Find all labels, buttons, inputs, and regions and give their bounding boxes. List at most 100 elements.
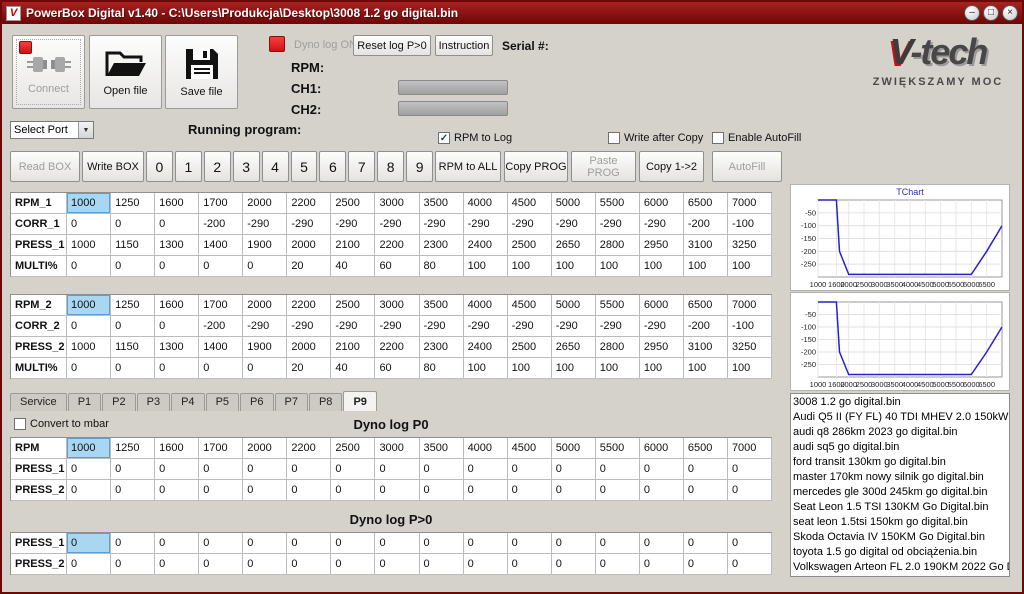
table-cell[interactable]: 6000	[640, 438, 684, 459]
table-cell[interactable]: 0	[67, 554, 111, 575]
table-cell[interactable]: 0	[728, 533, 772, 554]
close-button[interactable]: ×	[1002, 5, 1018, 21]
table-cell[interactable]: 5500	[596, 438, 640, 459]
table-cell[interactable]: 0	[420, 533, 464, 554]
table-cell[interactable]: 3500	[420, 438, 464, 459]
write-box-button[interactable]: Write BOX	[82, 151, 144, 182]
table-cell[interactable]: 0	[684, 480, 728, 501]
table-cell[interactable]: 1600	[155, 295, 199, 316]
table-cell[interactable]: 0	[508, 480, 552, 501]
digit-button-0[interactable]: 0	[146, 151, 173, 182]
table-cell[interactable]: 5000	[552, 295, 596, 316]
table-cell[interactable]: 0	[243, 256, 287, 277]
table-cell[interactable]: 6500	[684, 193, 728, 214]
table-cell[interactable]: 0	[287, 480, 331, 501]
table-cell[interactable]: 6000	[640, 295, 684, 316]
file-list-item[interactable]: seat leon 1.5tsi 150km go digital.bin	[793, 515, 1007, 530]
table-cell[interactable]: 0	[199, 480, 243, 501]
table-cell[interactable]: 0	[552, 459, 596, 480]
reset-log-button[interactable]: Reset log P>0	[353, 35, 431, 56]
select-port-dropdown[interactable]: Select Port ▼	[10, 121, 94, 139]
table-cell[interactable]: 100	[684, 256, 728, 277]
table-cell[interactable]: 1900	[243, 337, 287, 358]
save-file-button[interactable]: Save file	[165, 35, 238, 109]
table-cell[interactable]: 0	[67, 316, 111, 337]
table-cell[interactable]: 0	[508, 533, 552, 554]
table-cell[interactable]: 100	[684, 358, 728, 379]
table-cell[interactable]: 100	[508, 358, 552, 379]
digit-button-4[interactable]: 4	[262, 151, 289, 182]
table-cell[interactable]: 0	[596, 533, 640, 554]
table-cell[interactable]: 7000	[728, 438, 772, 459]
table-cell[interactable]: 0	[155, 533, 199, 554]
table-cell[interactable]: 0	[331, 554, 375, 575]
table-cell[interactable]: -290	[331, 214, 375, 235]
table-cell[interactable]: 0	[111, 554, 155, 575]
table-cell[interactable]: 0	[331, 533, 375, 554]
table-cell[interactable]: 0	[67, 214, 111, 235]
table-cell[interactable]: 0	[67, 533, 111, 554]
table-cell[interactable]: 0	[728, 554, 772, 575]
table-cell[interactable]: 0	[375, 459, 419, 480]
table-cell[interactable]: 100	[508, 256, 552, 277]
table-cell[interactable]: 0	[640, 480, 684, 501]
table-cell[interactable]: 2000	[243, 295, 287, 316]
tab-p8[interactable]: P8	[309, 393, 342, 411]
table-cell[interactable]: 0	[199, 256, 243, 277]
tab-p3[interactable]: P3	[137, 393, 170, 411]
table-cell[interactable]: 100	[728, 358, 772, 379]
table-cell[interactable]: 0	[420, 480, 464, 501]
file-list-item[interactable]: mercedes gle 300d 245km go digital.bin	[793, 485, 1007, 500]
table-cell[interactable]: 1300	[155, 337, 199, 358]
table-cell[interactable]: 2400	[464, 337, 508, 358]
table-cell[interactable]: 2300	[420, 337, 464, 358]
table-cell[interactable]: 0	[375, 480, 419, 501]
table-cell[interactable]: 0	[67, 256, 111, 277]
file-list-item[interactable]: Volkswagen Arteon FL 2.0 190KM 2022 Go D…	[793, 560, 1007, 575]
table-cell[interactable]: 0	[243, 480, 287, 501]
table-cell[interactable]: 0	[508, 554, 552, 575]
table-cell[interactable]: 0	[596, 459, 640, 480]
table-cell[interactable]: 3100	[684, 235, 728, 256]
table-cell[interactable]: 0	[243, 459, 287, 480]
file-list-item[interactable]: Skoda Octavia IV 150KM Go Digital.bin	[793, 530, 1007, 545]
table-cell[interactable]: 1000	[67, 337, 111, 358]
table-cell[interactable]: 0	[111, 316, 155, 337]
digit-button-7[interactable]: 7	[348, 151, 375, 182]
chevron-down-icon[interactable]: ▼	[78, 122, 93, 138]
digit-button-2[interactable]: 2	[204, 151, 231, 182]
table-cell[interactable]: 0	[199, 358, 243, 379]
table-cell[interactable]: 1300	[155, 235, 199, 256]
table-cell[interactable]: 4000	[464, 438, 508, 459]
table-cell[interactable]: -290	[640, 316, 684, 337]
table-cell[interactable]: 0	[640, 459, 684, 480]
table-cell[interactable]: 4500	[508, 295, 552, 316]
table-cell[interactable]: 1000	[67, 438, 111, 459]
table-cell[interactable]: 0	[199, 533, 243, 554]
digit-button-1[interactable]: 1	[175, 151, 202, 182]
table-cell[interactable]: -290	[420, 214, 464, 235]
table-cell[interactable]: 0	[199, 459, 243, 480]
table-cell[interactable]: -290	[243, 316, 287, 337]
table-cell[interactable]: -290	[552, 214, 596, 235]
table-cell[interactable]: 0	[111, 480, 155, 501]
rpm-to-all-button[interactable]: RPM to ALL	[435, 151, 501, 182]
table-cell[interactable]: -290	[375, 214, 419, 235]
table-cell[interactable]: 0	[420, 459, 464, 480]
table-cell[interactable]: 1000	[67, 235, 111, 256]
table-cell[interactable]: 3500	[420, 295, 464, 316]
table-cell[interactable]: 2200	[287, 193, 331, 214]
table-cell[interactable]: 3100	[684, 337, 728, 358]
table-cell[interactable]: 2650	[552, 337, 596, 358]
table-cell[interactable]: 7000	[728, 295, 772, 316]
table-cell[interactable]: 0	[111, 533, 155, 554]
enable-autofill-checkbox[interactable]: Enable AutoFill	[712, 132, 801, 144]
table-cell[interactable]: 2500	[331, 438, 375, 459]
tab-p6[interactable]: P6	[240, 393, 273, 411]
table-cell[interactable]: 0	[331, 480, 375, 501]
table-cell[interactable]: 1600	[155, 438, 199, 459]
file-list-item[interactable]: ford transit 130km go digital.bin	[793, 455, 1007, 470]
table-cell[interactable]: 1700	[199, 295, 243, 316]
table-cell[interactable]: 1250	[111, 295, 155, 316]
table-cell[interactable]: 0	[596, 554, 640, 575]
